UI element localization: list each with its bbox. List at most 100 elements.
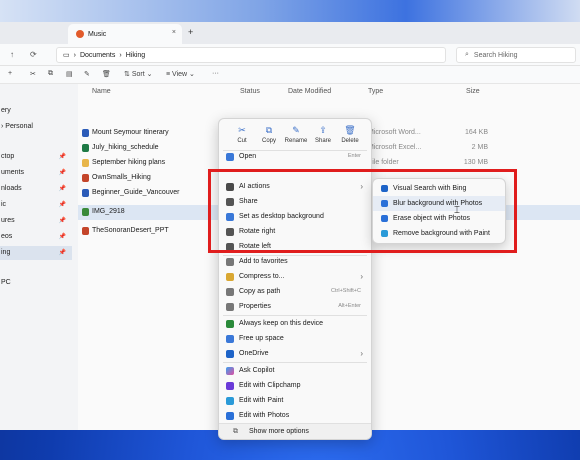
menu-label: Edit with Paint	[239, 397, 284, 404]
sort-button[interactable]: ⇅ Sort ⌄	[124, 70, 152, 78]
sidebar-item-this-pc[interactable]: PC	[0, 276, 72, 290]
file-size: 2 MB	[471, 144, 488, 151]
search-icon: ⌕	[465, 51, 469, 58]
menu-label: Free up space	[239, 335, 284, 342]
clipchamp-icon	[226, 382, 234, 390]
new-icon[interactable]: +	[8, 70, 12, 77]
close-tab-icon[interactable]: ×	[172, 29, 176, 36]
column-status[interactable]: Status	[240, 88, 260, 95]
rename-icon[interactable]: ✎	[84, 70, 90, 78]
menu-label: Share	[239, 198, 258, 205]
column-modified[interactable]: Date Modified	[288, 88, 331, 95]
menu-label: Compress to...	[239, 273, 285, 280]
more-options-icon[interactable]: ···	[212, 70, 219, 77]
sidebar-item-gallery[interactable]: ery	[0, 104, 72, 118]
sidebar-item-videos[interactable]: eos 📌	[0, 230, 72, 244]
star-icon	[226, 258, 234, 266]
menu-rotate-right[interactable]: Rotate right	[219, 224, 371, 239]
file-icon	[82, 189, 89, 197]
menu-edit-clipchamp[interactable]: Edit with Clipchamp	[219, 378, 371, 393]
cloud-icon	[226, 335, 234, 343]
sidebar-label: ctop	[1, 153, 15, 160]
copy-icon[interactable]: ⧉	[48, 70, 53, 78]
file-size: 130 MB	[463, 159, 488, 166]
column-name[interactable]: Name	[92, 88, 111, 95]
menu-compress[interactable]: Compress to... ›	[219, 269, 371, 284]
column-type[interactable]: Type	[368, 88, 383, 95]
shortcut-label: Ctrl+Shift+C	[331, 288, 361, 294]
menu-label: Properties	[239, 303, 271, 310]
sidebar-item-hiking[interactable]: ing 📌	[0, 246, 72, 260]
view-label: View	[172, 71, 188, 78]
cut-icon[interactable]: ✂	[30, 70, 36, 78]
menu-label: Edit with Clipchamp	[239, 382, 301, 389]
menu-label: Rotate right	[239, 228, 276, 235]
column-size[interactable]: Size	[466, 88, 480, 95]
ai-sparkle-icon	[226, 183, 234, 191]
delete-action[interactable]: 🗑 Delete	[338, 125, 362, 144]
share-icon: ⇪	[319, 125, 327, 135]
menu-copy-path[interactable]: Copy as path Ctrl+Shift+C	[219, 284, 371, 299]
computer-icon: ▭	[63, 52, 70, 59]
chevron-right-icon: ›	[360, 182, 363, 191]
menu-edit-photos[interactable]: Edit with Photos	[219, 408, 371, 423]
sidebar-item-documents[interactable]: uments 📌	[0, 166, 72, 180]
sidebar-item-pictures[interactable]: ures 📌	[0, 214, 72, 228]
onedrive-icon	[226, 350, 234, 358]
open-icon	[226, 153, 234, 161]
tab-music[interactable]: Music ×	[68, 24, 182, 44]
menu-ask-copilot[interactable]: Ask Copilot	[219, 363, 371, 378]
desktop-wallpaper	[0, 0, 580, 22]
delete-label: Delete	[341, 138, 359, 144]
paste-icon[interactable]: ▤	[66, 70, 73, 78]
menu-add-favorites[interactable]: Add to favorites	[219, 254, 371, 269]
photos-icon	[381, 200, 388, 207]
rename-action[interactable]: ✎ Rename	[284, 125, 308, 144]
search-input[interactable]: ⌕ Search Hiking	[456, 47, 576, 63]
rename-label: Rename	[284, 138, 308, 144]
menu-properties[interactable]: Properties Alt+Enter	[219, 299, 371, 314]
sidebar-item-onedrive-personal[interactable]: › Personal	[0, 120, 72, 134]
rotate-right-icon	[226, 228, 234, 236]
sidebar-item-desktop[interactable]: ctop 📌	[0, 150, 72, 164]
menu-label: OneDrive	[239, 350, 269, 357]
menu-free-space[interactable]: Free up space	[219, 331, 371, 346]
menu-edit-paint[interactable]: Edit with Paint	[219, 393, 371, 408]
submenu-erase-object[interactable]: Erase object with Photos	[373, 211, 505, 226]
paint-icon	[381, 230, 388, 237]
view-button[interactable]: ≡ View ⌄	[166, 70, 195, 78]
submenu-visual-search[interactable]: Visual Search with Bing	[373, 181, 505, 196]
copy-label: Copy	[261, 138, 276, 144]
menu-onedrive[interactable]: OneDrive ›	[219, 346, 371, 361]
address-bar-row: ↑ ⟳ ▭ › Documents › Hiking ⌕ Search Hiki…	[0, 44, 580, 66]
breadcrumb-sep: ›	[119, 51, 122, 59]
breadcrumb-documents[interactable]: Documents	[80, 52, 115, 59]
refresh-icon[interactable]: ⟳	[30, 50, 37, 59]
menu-ai-actions[interactable]: AI actions ›	[219, 179, 371, 194]
submenu-blur-background[interactable]: Blur background with Photos	[373, 196, 505, 211]
copy-action[interactable]: ⧉ Copy	[257, 125, 281, 144]
share-action[interactable]: ⇪ Share	[311, 125, 335, 144]
new-tab-button[interactable]: +	[188, 27, 193, 37]
breadcrumb[interactable]: ▭ › Documents › Hiking	[56, 47, 446, 63]
pin-icon: 📌	[58, 170, 66, 176]
file-icon	[82, 159, 89, 167]
pin-icon: 📌	[58, 186, 66, 192]
pin-icon: 📌	[58, 250, 66, 256]
up-arrow-icon[interactable]: ↑	[10, 50, 14, 59]
sidebar-item-music[interactable]: ic 📌	[0, 198, 72, 212]
sidebar-label: eos	[1, 233, 13, 240]
delete-icon[interactable]: 🗑	[102, 70, 111, 78]
menu-share[interactable]: Share	[219, 194, 371, 209]
menu-rotate-left[interactable]: Rotate left	[219, 239, 371, 254]
sidebar-label: ery	[1, 107, 11, 114]
menu-keep-device[interactable]: Always keep on this device	[219, 316, 371, 331]
cut-action[interactable]: ✂ Cut	[230, 125, 254, 144]
menu-set-background[interactable]: Set as desktop background	[219, 209, 371, 224]
menu-open[interactable]: Open Enter	[219, 149, 371, 164]
photos-icon	[226, 412, 234, 420]
sidebar-item-downloads[interactable]: nloads 📌	[0, 182, 72, 196]
submenu-remove-background[interactable]: Remove background with Paint	[373, 226, 505, 241]
breadcrumb-hiking[interactable]: Hiking	[126, 52, 145, 59]
tab-title: Music	[88, 30, 107, 38]
